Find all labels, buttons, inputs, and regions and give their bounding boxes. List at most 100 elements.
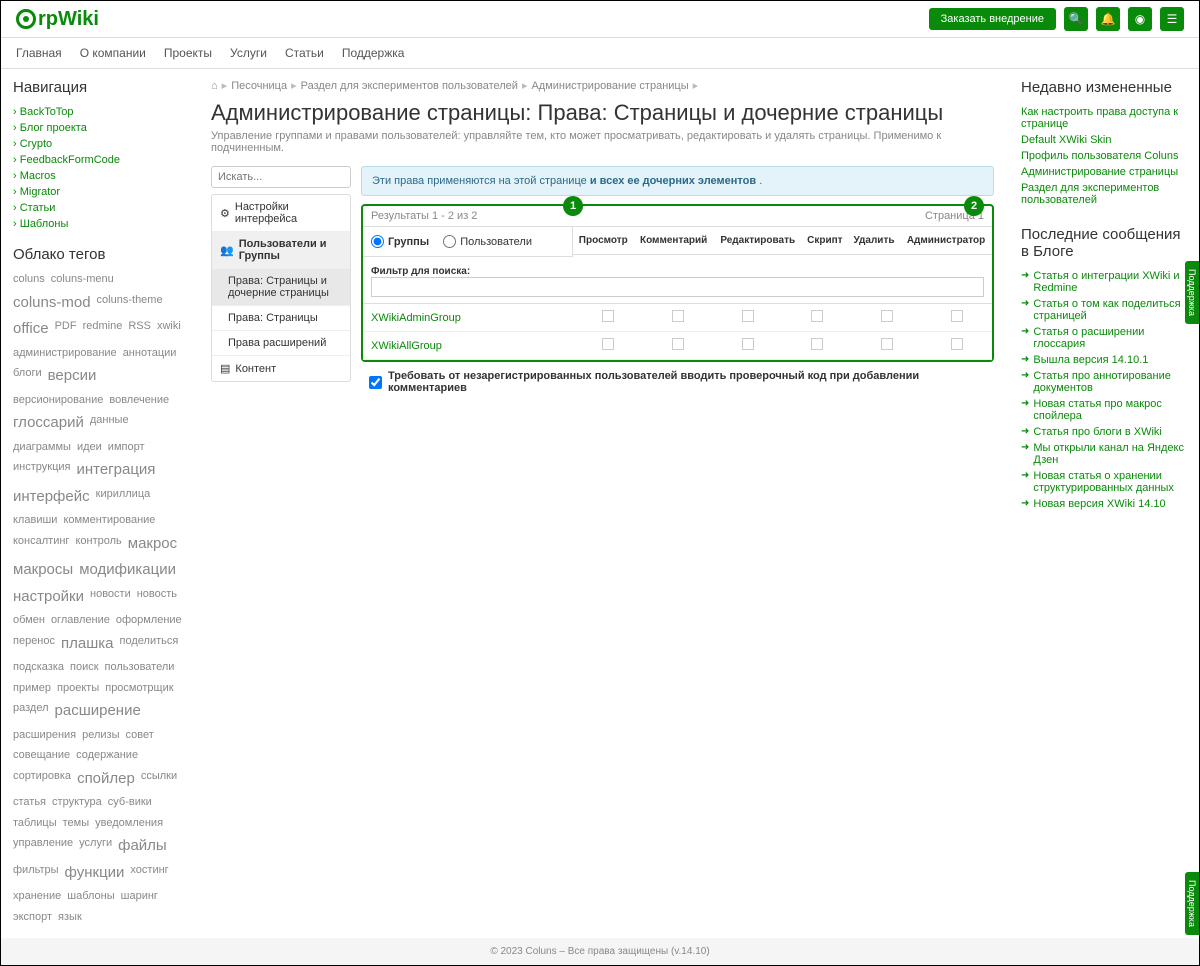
tag-link[interactable]: версионирование <box>13 392 103 409</box>
blog-link[interactable]: Новая статья про макрос спойлера <box>1021 398 1187 422</box>
tag-link[interactable]: интерфейс <box>13 486 90 509</box>
right-checkbox[interactable] <box>742 338 754 350</box>
info-link[interactable]: и всех <box>590 175 625 187</box>
tag-link[interactable]: расширения <box>13 727 76 744</box>
tag-link[interactable]: макросы <box>13 559 73 582</box>
tag-link[interactable]: пользователи <box>105 659 175 676</box>
admin-menu-item[interactable]: ▤Контент <box>212 356 350 381</box>
tag-link[interactable]: проекты <box>57 680 99 697</box>
group-link[interactable]: XWikiAdminGroup <box>371 312 461 324</box>
tag-link[interactable]: управление <box>13 835 73 858</box>
recent-link[interactable]: Профиль пользователя Coluns <box>1021 150 1187 162</box>
nav-link[interactable]: Поддержка <box>342 46 405 60</box>
blog-link[interactable]: Статья про блоги в XWiki <box>1021 426 1187 438</box>
recent-link[interactable]: Администрирование страницы <box>1021 166 1187 178</box>
tag-link[interactable]: интеграция <box>76 459 155 482</box>
tag-link[interactable]: coluns <box>13 271 45 288</box>
tag-link[interactable]: совещание <box>13 747 70 764</box>
tag-link[interactable]: контроль <box>75 533 121 556</box>
blog-link[interactable]: Статья о том как поделиться страницей <box>1021 298 1187 322</box>
tag-link[interactable]: идеи <box>77 439 102 456</box>
right-checkbox[interactable] <box>672 310 684 322</box>
left-nav-item[interactable]: Шаблоны <box>13 216 184 232</box>
right-checkbox[interactable] <box>951 338 963 350</box>
search-icon[interactable]: 🔍 <box>1064 7 1088 31</box>
tag-link[interactable]: версии <box>48 365 97 388</box>
info-link[interactable]: ее дочерних элементов <box>627 175 756 187</box>
tag-link[interactable]: вовлечение <box>109 392 169 409</box>
tag-link[interactable]: просмотрщик <box>105 680 173 697</box>
tag-link[interactable]: администрирование <box>13 345 117 362</box>
tag-link[interactable]: ссылки <box>141 768 177 791</box>
left-nav-item[interactable]: Migrator <box>13 184 184 200</box>
nav-link[interactable]: Главная <box>16 46 62 60</box>
tag-link[interactable]: суб-вики <box>108 794 152 811</box>
captcha-checkbox[interactable] <box>369 376 382 389</box>
group-link[interactable]: XWikiAllGroup <box>371 340 442 352</box>
tag-link[interactable]: релизы <box>82 727 119 744</box>
admin-menu-item[interactable]: Права расширений <box>212 331 350 356</box>
radio-groups[interactable]: Группы <box>371 235 429 248</box>
tag-link[interactable]: плашка <box>61 633 114 656</box>
tag-link[interactable]: услуги <box>79 835 112 858</box>
tag-link[interactable]: совет <box>126 727 154 744</box>
tag-link[interactable]: обмен <box>13 612 45 629</box>
tag-link[interactable]: таблицы <box>13 815 57 832</box>
nav-link[interactable]: Статьи <box>285 46 324 60</box>
tag-link[interactable]: подсказка <box>13 659 64 676</box>
tag-link[interactable]: инструкция <box>13 459 70 482</box>
support-tab[interactable]: Поддержка <box>1185 261 1199 324</box>
tag-link[interactable]: пример <box>13 680 51 697</box>
tag-link[interactable]: глоссарий <box>13 412 84 435</box>
tag-link[interactable]: функции <box>65 862 125 885</box>
left-nav-item[interactable]: Статьи <box>13 200 184 216</box>
recent-link[interactable]: Default XWiki Skin <box>1021 134 1187 146</box>
filter-input[interactable] <box>371 277 984 297</box>
tag-link[interactable]: макрос <box>128 533 177 556</box>
nav-link[interactable]: Проекты <box>164 46 212 60</box>
nav-link[interactable]: О компании <box>80 46 146 60</box>
tag-link[interactable]: статья <box>13 794 46 811</box>
left-nav-item[interactable]: Блог проекта <box>13 120 184 136</box>
right-checkbox[interactable] <box>881 310 893 322</box>
tag-link[interactable]: аннотации <box>123 345 177 362</box>
tag-link[interactable]: раздел <box>13 700 49 723</box>
tag-link[interactable]: настройки <box>13 586 84 609</box>
admin-menu-item[interactable]: Права: Страницы <box>212 306 350 331</box>
left-nav-item[interactable]: Crypto <box>13 136 184 152</box>
tag-link[interactable]: импорт <box>108 439 145 456</box>
tag-link[interactable]: темы <box>63 815 90 832</box>
recent-link[interactable]: Как настроить права доступа к странице <box>1021 106 1187 130</box>
tag-link[interactable]: блоги <box>13 365 42 388</box>
admin-search-input[interactable] <box>211 166 351 188</box>
breadcrumb-item[interactable]: Песочница <box>231 80 287 92</box>
tag-link[interactable]: шаринг <box>121 888 158 905</box>
left-nav-item[interactable]: Macros <box>13 168 184 184</box>
tag-link[interactable]: данные <box>90 412 129 435</box>
tag-link[interactable]: хранение <box>13 888 61 905</box>
tag-link[interactable]: RSS <box>128 318 151 341</box>
tag-link[interactable]: PDF <box>55 318 77 341</box>
blog-link[interactable]: Новая статья о хранении структурированны… <box>1021 470 1187 494</box>
tag-link[interactable]: оглавление <box>51 612 110 629</box>
support-tab[interactable]: Поддержка <box>1185 872 1199 935</box>
tag-link[interactable]: coluns-mod <box>13 292 91 315</box>
tag-link[interactable]: структура <box>52 794 102 811</box>
menu-icon[interactable]: ☰ <box>1160 7 1184 31</box>
admin-menu-item[interactable]: ⚙Настройки интерфейса <box>212 195 350 232</box>
left-nav-item[interactable]: FeedbackFormCode <box>13 152 184 168</box>
tag-link[interactable]: office <box>13 318 49 341</box>
logo[interactable]: rpWiki <box>16 8 99 31</box>
nav-link[interactable]: Услуги <box>230 46 267 60</box>
tag-link[interactable]: уведомления <box>95 815 163 832</box>
recent-link[interactable]: Раздел для экспериментов пользователей <box>1021 182 1187 206</box>
radio-users[interactable]: Пользователи <box>443 235 532 248</box>
user-icon[interactable]: ◉ <box>1128 7 1152 31</box>
right-checkbox[interactable] <box>672 338 684 350</box>
tag-link[interactable]: файлы <box>118 835 167 858</box>
tag-link[interactable]: клавиши <box>13 512 57 529</box>
tag-link[interactable]: xwiki <box>157 318 181 341</box>
right-checkbox[interactable] <box>951 310 963 322</box>
order-button[interactable]: Заказать внедрение <box>929 8 1056 30</box>
right-checkbox[interactable] <box>811 338 823 350</box>
